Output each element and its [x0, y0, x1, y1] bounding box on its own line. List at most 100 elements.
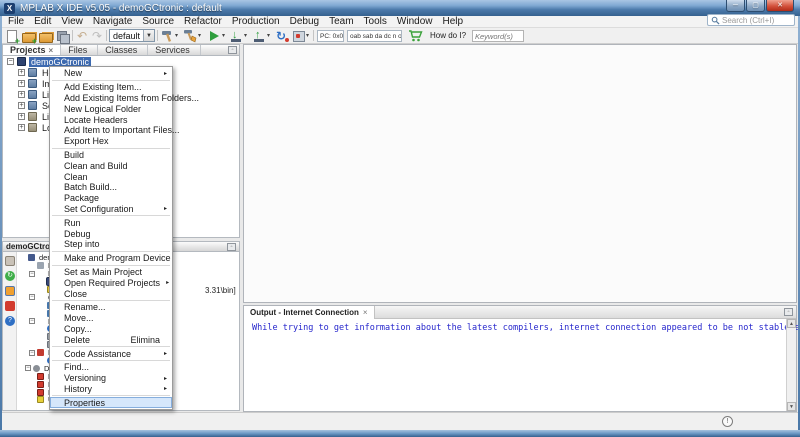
notifications-icon[interactable]: ! [722, 416, 733, 427]
expander-icon[interactable]: + [18, 80, 25, 87]
refresh-debug-tool-button[interactable] [275, 29, 290, 43]
context-menu-item[interactable]: Add Existing Items from Folders... [50, 93, 172, 104]
menu-bar-item[interactable]: Navigate [88, 16, 137, 28]
undo-button[interactable] [76, 29, 91, 43]
context-menu-item[interactable]: New Logical Folder [50, 103, 172, 114]
run-project-button[interactable]: ▾ [207, 29, 225, 43]
context-menu-item[interactable]: New ▸ [50, 68, 172, 79]
context-menu-item[interactable]: History ▸ [50, 384, 172, 395]
project-context-menu: New ▸ Add Existing Item... Add Existing … [49, 66, 173, 410]
breakpoints-icon[interactable] [5, 286, 15, 296]
dashboard-toolbar: ↻ ? [3, 252, 17, 410]
scroll-up-icon[interactable]: ▲ [787, 319, 796, 328]
save-all-button[interactable] [55, 29, 70, 43]
expander-icon[interactable]: + [18, 91, 25, 98]
redo-button[interactable] [91, 29, 106, 43]
expander-icon[interactable]: + [18, 69, 25, 76]
open-project-button[interactable] [38, 29, 53, 43]
new-file-button[interactable] [4, 29, 19, 43]
expander-icon[interactable]: − [29, 294, 35, 300]
configuration-select[interactable]: default ▼ [109, 29, 155, 42]
context-menu-item[interactable]: Build [50, 150, 172, 161]
context-menu-item[interactable]: Find... [50, 362, 172, 373]
close-tab-icon[interactable]: × [49, 46, 54, 55]
menu-bar-item[interactable]: Window [392, 16, 438, 28]
title-bar[interactable]: X MPLAB X IDE v5.05 - demoGCtronic : def… [0, 0, 800, 16]
context-menu-item[interactable]: Open Required Projects ▸ [50, 277, 172, 288]
node-icon [37, 389, 44, 396]
minimize-output-icon[interactable]: ▫ [784, 308, 793, 316]
mplab-store-button[interactable] [408, 29, 423, 43]
context-menu-item[interactable]: Add Existing Item... [50, 82, 172, 93]
context-menu-item[interactable]: Versioning ▸ [50, 373, 172, 384]
context-menu-item[interactable]: Clean and Build [50, 160, 172, 171]
context-menu-item[interactable]: Add Item to Important Files... [50, 125, 172, 136]
output-scrollbar[interactable]: ▲ ▼ [786, 319, 796, 411]
context-menu-item[interactable]: Code Assistance ▸ [50, 348, 172, 359]
scroll-down-icon[interactable]: ▼ [787, 402, 796, 411]
panel-tab[interactable]: Classes [98, 45, 148, 55]
menu-bar-item[interactable]: Production [227, 16, 285, 28]
expander-icon[interactable]: − [25, 365, 31, 371]
context-menu-item[interactable]: Properties [50, 397, 172, 408]
output-body[interactable]: While trying to get information about th… [244, 319, 786, 411]
menu-bar-item[interactable]: Source [137, 16, 179, 28]
make-and-program-button[interactable]: ↓▾ [229, 29, 247, 43]
context-menu-item[interactable]: Rename... [50, 302, 172, 313]
context-menu-item[interactable]: Batch Build... [50, 182, 172, 193]
context-menu-item[interactable]: Export Hex [50, 136, 172, 147]
refresh-icon[interactable]: ↻ [5, 271, 15, 281]
expander-icon[interactable]: − [29, 350, 35, 356]
output-tab[interactable]: Output - Internet Connection × [244, 306, 375, 319]
hold-in-reset-button[interactable]: ▾ [291, 29, 309, 43]
context-menu-item[interactable]: Run [50, 217, 172, 228]
menu-bar-item[interactable]: Refactor [179, 16, 227, 28]
panel-tab[interactable]: Projects× [3, 45, 61, 55]
keyword-input[interactable] [472, 30, 524, 42]
clean-and-build-button[interactable]: ▾ [183, 29, 201, 43]
context-menu-item[interactable]: Locate Headers [50, 114, 172, 125]
new-project-button[interactable] [21, 29, 36, 43]
maximize-window-button[interactable]: ▢ [746, 0, 765, 12]
editor-area[interactable] [243, 44, 797, 303]
minimize-panel-icon[interactable]: ▫ [228, 46, 237, 54]
build-button[interactable]: ▾ [160, 29, 178, 43]
panel-tab[interactable]: Files [61, 45, 98, 55]
context-menu-item[interactable]: Close [50, 288, 172, 299]
help-icon[interactable]: ? [5, 316, 15, 326]
context-menu-item[interactable]: Debug [50, 228, 172, 239]
panel-tab[interactable]: Services [148, 45, 201, 55]
context-menu-item[interactable]: Make and Program Device [50, 253, 172, 264]
expander-icon[interactable]: + [18, 102, 25, 109]
menu-bar-item[interactable]: Help [437, 16, 468, 28]
expander-icon[interactable]: − [29, 318, 35, 324]
close-tab-icon[interactable]: × [363, 308, 368, 317]
read-device-button[interactable]: ↑▾ [252, 29, 270, 43]
minimize-dashboard-icon[interactable]: ▫ [227, 243, 236, 251]
expander-icon[interactable]: − [7, 58, 14, 65]
context-menu-item[interactable]: Clean [50, 171, 172, 182]
context-menu-item[interactable]: Move... [50, 313, 172, 324]
context-menu-item[interactable]: Package [50, 193, 172, 204]
minimize-window-button[interactable]: ─ [726, 0, 745, 12]
pc-value-field[interactable]: PC: 0x0 [317, 30, 344, 42]
expander-icon[interactable]: − [29, 271, 35, 277]
expander-icon[interactable]: + [18, 113, 25, 120]
menu-bar-item[interactable]: Debug [285, 16, 324, 28]
menu-bar-item[interactable]: Tools [359, 16, 392, 28]
context-menu-item[interactable]: Set as Main Project [50, 267, 172, 278]
menu-bar-item[interactable]: View [56, 16, 88, 28]
context-menu-item[interactable]: Delete Elimina [50, 334, 172, 345]
status-flags-field[interactable]: oab sab da dc n ov z c [347, 30, 402, 42]
context-menu-item[interactable]: Step into [50, 239, 172, 250]
project-properties-icon[interactable] [5, 256, 15, 266]
context-menu-item[interactable]: Copy... [50, 324, 172, 335]
expander-icon[interactable]: + [18, 124, 25, 131]
menu-bar-item[interactable]: File [3, 16, 29, 28]
search-box[interactable]: Search (Ctrl+I) [707, 14, 795, 26]
pdf-report-icon[interactable] [5, 301, 15, 311]
close-window-button[interactable]: ✕ [766, 0, 794, 12]
context-menu-item[interactable]: Set Configuration ▸ [50, 204, 172, 215]
menu-bar-item[interactable]: Team [324, 16, 358, 28]
menu-bar-item[interactable]: Edit [29, 16, 56, 28]
